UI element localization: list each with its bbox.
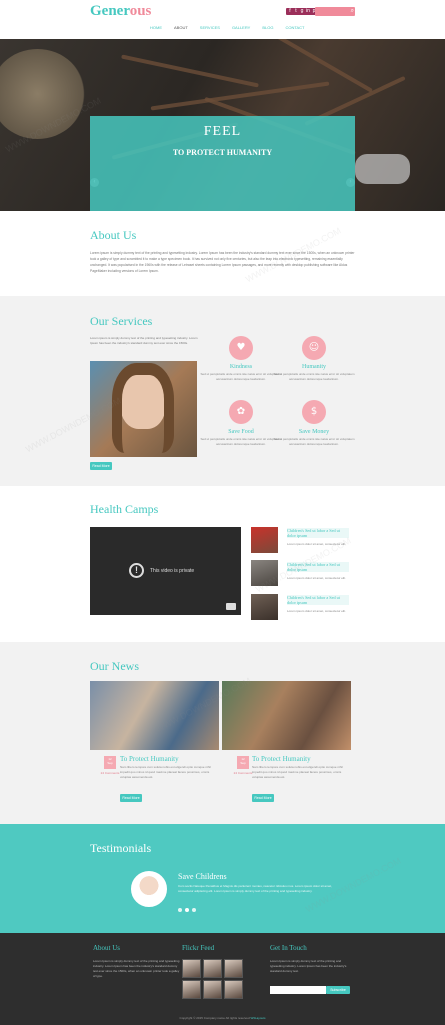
search-input[interactable] (315, 14, 347, 23)
news-read-more-button-1[interactable]: Read More (120, 794, 142, 802)
flickr-photo-1[interactable] (182, 959, 201, 978)
testimonial-dot-3[interactable] (192, 908, 196, 912)
camp-thumb-1[interactable] (251, 527, 278, 553)
header: Generous f t g in p ⌕ HOME ABOUT SERVICE… (0, 0, 445, 39)
heart-icon: ♥ (229, 336, 253, 360)
flickr-photo-3[interactable] (224, 959, 243, 978)
shoes-image (355, 154, 410, 184)
service-save-food: ✿ (229, 400, 253, 424)
service-save-money: $ (302, 400, 326, 424)
main-nav: HOME ABOUT SERVICES GALLERY BLOG CONTACT (150, 25, 305, 30)
logo[interactable]: Generous (90, 3, 151, 20)
news-title: Our News (90, 659, 139, 673)
nav-blog[interactable]: BLOG (262, 25, 273, 30)
video-player[interactable]: ! This video is private (90, 527, 241, 615)
camp-item-text-1: Lorem ipsum dolor sit amet, consectetur … (287, 542, 346, 546)
nav-gallery[interactable]: GALLERY (232, 25, 250, 30)
youtube-icon[interactable] (226, 603, 236, 610)
services-title: Our Services (90, 314, 153, 328)
testimonial-avatar (131, 871, 167, 907)
testimonial-text: Cum sociis Natoque Penatibus et Magnis d… (178, 884, 332, 893)
news-read-more-button-2[interactable]: Read More (252, 794, 274, 802)
services-intro: Lorem ipsum is simply dummy text of the … (90, 336, 198, 345)
footer-contact-text: Lorem Ipsum is simply dummy text of the … (270, 959, 347, 973)
nav-services[interactable]: SERVICES (200, 25, 220, 30)
service-humanity-title: Humanity (302, 364, 326, 370)
nav-about[interactable]: ABOUT (174, 25, 188, 30)
news-meta-2: 24 Comments (233, 771, 253, 775)
testimonial-name: Save Childrens (178, 872, 227, 881)
service-humanity: ☺ (302, 336, 326, 360)
services-read-more-button[interactable]: Read More (90, 462, 112, 470)
footer-contact-title: Get In Touch (270, 944, 307, 952)
news-item-title-2[interactable]: To Protect Humanity (252, 755, 311, 763)
footer-flickr-title: Flickr Feed (182, 944, 215, 952)
search-icon[interactable]: ⌕ (351, 7, 354, 16)
testimonial-dot-2[interactable] (185, 908, 189, 912)
news-date-1: 12 Sep (104, 756, 116, 769)
service-kindness: ♥ (229, 336, 253, 360)
about-text: Lorem ipsum is simply dummy text of the … (90, 251, 355, 273)
news-image-1[interactable] (90, 681, 219, 750)
search-box: ⌕ (315, 7, 355, 23)
subscribe-button[interactable]: Subscribe (326, 986, 350, 994)
logo-text-accent: ous (129, 3, 152, 19)
camp-item-title-3[interactable]: Children's Sed ut labor a Sed ut dolor i… (287, 595, 349, 605)
credit-link[interactable]: W3Layouts (250, 1016, 265, 1020)
about-section: About Us Lorem ipsum is simply dummy tex… (0, 211, 445, 296)
about-title: About Us (90, 228, 137, 242)
news-section: Our News 12 Sep 24 Comments To Protect Hu… (0, 642, 445, 824)
flickr-photo-5[interactable] (203, 980, 222, 999)
footer: About Us Lorem Ipsum is simply dummy tex… (0, 933, 445, 1025)
camp-item-title-1[interactable]: Children's Sed ut labor a Sed ut dolor i… (287, 528, 349, 538)
money-icon: $ (302, 400, 326, 424)
info-icon: ! (129, 563, 144, 578)
camp-item-text-3: Lorem ipsum dolor sit amet, consectetur … (287, 609, 346, 613)
service-save-money-text: Sed ut perspiciatis unde omnis iste natu… (273, 437, 355, 446)
footer-about-text: Lorem Ipsum is simply dummy text of the … (93, 959, 180, 978)
flickr-photo-6[interactable] (224, 980, 243, 999)
hero-caption: FEEL TO PROTECT HUMANITY (90, 116, 355, 211)
footer-about-title: About Us (93, 944, 121, 952)
people-icon: ☺ (302, 336, 326, 360)
news-date-2: 12 Sep (237, 756, 249, 769)
copyright: Copyright © 2015 Company name All rights… (0, 1016, 445, 1020)
hat-image (0, 49, 85, 139)
service-save-money-title: Save Money (298, 429, 330, 435)
hero-subtitle: TO PROTECT HUMANITY (172, 148, 273, 157)
newsletter-email-input[interactable] (270, 986, 326, 994)
services-section: Our Services Lorem ipsum is simply dummy… (0, 296, 445, 486)
video-private-message: ! This video is private (129, 563, 194, 578)
page: Generous f t g in p ⌕ HOME ABOUT SERVICE… (0, 0, 445, 1025)
camp-item-text-2: Lorem ipsum dolor sit amet, consectetur … (287, 576, 346, 580)
testimonials-title: Testimonials (90, 841, 152, 855)
health-camps-title: Health Camps (90, 502, 159, 516)
camp-item-title-2[interactable]: Children's Sed ut labor a Sed ut dolor i… (287, 562, 349, 572)
camp-thumb-3[interactable] (251, 594, 278, 620)
news-item-text-2: Nam libero tempore cum soluta nobis est … (252, 765, 343, 779)
news-item-title-1[interactable]: To Protect Humanity (120, 755, 179, 763)
testimonial-dot-1[interactable] (178, 908, 182, 912)
services-photo (90, 361, 197, 457)
service-humanity-text: Sed ut perspiciatis unde omnis iste natu… (273, 372, 355, 381)
news-meta-1: 24 Comments (100, 771, 120, 775)
flickr-photo-2[interactable] (203, 959, 222, 978)
video-message-text: This video is private (150, 567, 195, 574)
hero-title: FEEL (203, 124, 242, 139)
testimonials-section: Testimonials Save Childrens Cum sociis N… (0, 824, 445, 933)
copyright-text: Copyright © 2015 Company name All rights… (179, 1016, 250, 1020)
camp-thumb-2[interactable] (251, 560, 278, 586)
logo-text-main: Gener (90, 3, 130, 19)
news-item-text-1: Nam libero tempore cum soluta nobis est … (120, 765, 211, 779)
nav-home[interactable]: HOME (150, 25, 162, 30)
food-icon: ✿ (229, 400, 253, 424)
flickr-photo-4[interactable] (182, 980, 201, 999)
nav-contact[interactable]: CONTACT (285, 25, 304, 30)
news-image-2[interactable] (222, 681, 351, 750)
